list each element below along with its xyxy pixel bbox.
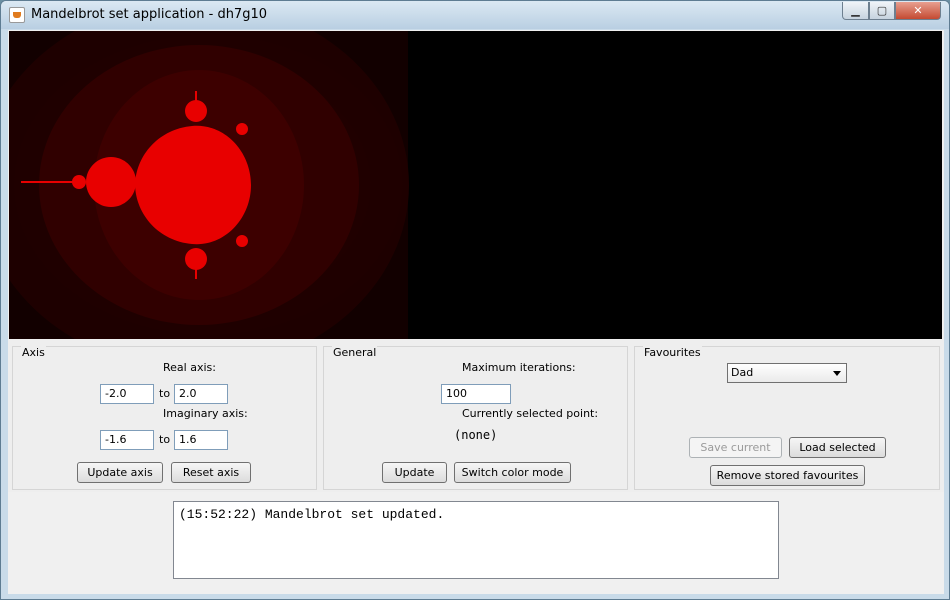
- period-2-bulb: [86, 157, 136, 207]
- selected-point-value: (none): [454, 428, 498, 442]
- favourites-dropdown[interactable]: Dad: [727, 363, 847, 383]
- mandelbrot-render: [9, 31, 409, 339]
- top-bulb: [185, 100, 207, 122]
- update-axis-button[interactable]: Update axis: [77, 462, 163, 483]
- axis-panel-legend: Axis: [21, 346, 46, 359]
- chevron-down-icon: [833, 371, 841, 376]
- imaginary-axis-label: Imaginary axis:: [163, 407, 248, 420]
- bottom-bulb: [185, 248, 207, 270]
- reset-axis-button[interactable]: Reset axis: [171, 462, 251, 483]
- axis-panel: Axis Real axis: -2.0 to 2.0 Imaginary ax…: [12, 346, 317, 490]
- top-antenna: [195, 91, 197, 101]
- update-button[interactable]: Update: [382, 462, 447, 483]
- close-button[interactable]: ✕: [895, 2, 941, 20]
- real-axis-from-field[interactable]: -2.0: [100, 384, 154, 404]
- bottom-antenna: [195, 269, 197, 279]
- log-line: (15:52:22) Mandelbrot set updated.: [179, 507, 445, 522]
- java-app-icon: [9, 7, 25, 23]
- app-window: Mandelbrot set application - dh7g10 ▁ ▢ …: [0, 0, 950, 600]
- controls-row: Axis Real axis: -2.0 to 2.0 Imaginary ax…: [8, 340, 944, 492]
- minimize-button[interactable]: ▁: [842, 2, 869, 20]
- real-axis-to-label: to: [159, 387, 171, 400]
- favourites-panel-legend: Favourites: [643, 346, 702, 359]
- favourites-selected-value: Dad: [731, 366, 754, 379]
- imaginary-axis-to-field[interactable]: 1.6: [174, 430, 228, 450]
- title-bar[interactable]: Mandelbrot set application - dh7g10 ▁ ▢ …: [1, 1, 949, 29]
- mandelbrot-canvas[interactable]: [9, 31, 942, 339]
- load-selected-button[interactable]: Load selected: [789, 437, 886, 458]
- remove-favourites-button[interactable]: Remove stored favourites: [710, 465, 865, 486]
- save-current-button[interactable]: Save current: [689, 437, 782, 458]
- antenna: [21, 181, 76, 183]
- max-iterations-field[interactable]: 100: [441, 384, 511, 404]
- general-panel-legend: General: [332, 346, 378, 359]
- window-title: Mandelbrot set application - dh7g10: [31, 7, 267, 22]
- minor-bulb-upper: [236, 123, 248, 135]
- imaginary-axis-to-label: to: [159, 433, 171, 446]
- real-axis-label: Real axis:: [163, 361, 216, 374]
- max-iterations-label: Maximum iterations:: [462, 361, 576, 374]
- switch-color-mode-button[interactable]: Switch color mode: [454, 462, 571, 483]
- maximize-button[interactable]: ▢: [869, 2, 895, 20]
- favourites-panel: Favourites Dad Save current Load selecte…: [634, 346, 940, 490]
- minor-bulb-lower: [236, 235, 248, 247]
- selected-point-label: Currently selected point:: [462, 407, 599, 420]
- real-axis-to-field[interactable]: 2.0: [174, 384, 228, 404]
- status-log[interactable]: (15:52:22) Mandelbrot set updated.: [173, 501, 779, 579]
- general-panel: General Maximum iterations: 100 Currentl…: [323, 346, 628, 490]
- main-content: Axis Real axis: -2.0 to 2.0 Imaginary ax…: [8, 30, 944, 594]
- imaginary-axis-from-field[interactable]: -1.6: [100, 430, 154, 450]
